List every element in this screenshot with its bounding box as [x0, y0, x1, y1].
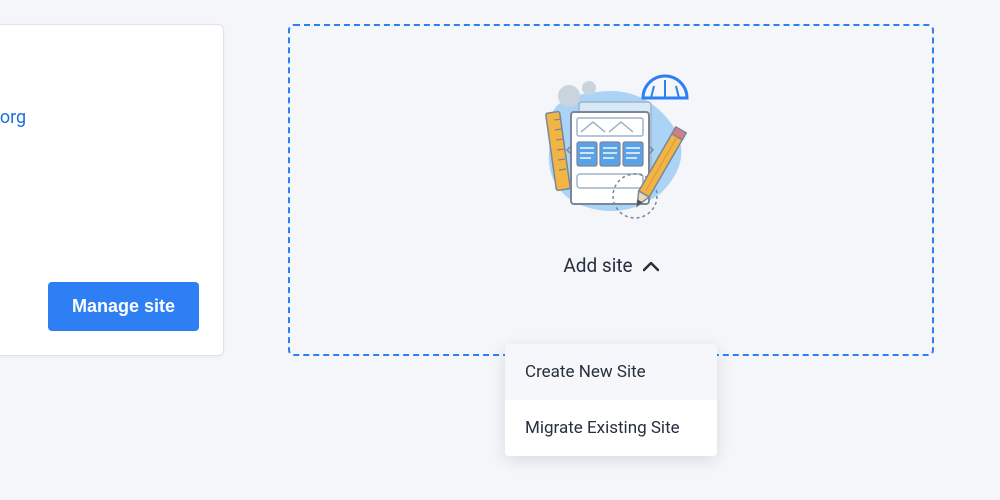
create-new-site-option[interactable]: Create New Site — [505, 344, 717, 400]
chevron-up-icon — [643, 254, 659, 277]
add-site-dropdown-toggle[interactable]: Add site — [563, 254, 658, 277]
existing-site-card: g.org Manage site — [0, 24, 224, 356]
add-site-card[interactable]: Add site Create New Site Migrate Existin… — [288, 24, 934, 356]
manage-site-button[interactable]: Manage site — [48, 282, 199, 331]
add-site-label: Add site — [563, 254, 632, 277]
add-site-dropdown-menu: Create New Site Migrate Existing Site — [505, 344, 717, 456]
migrate-existing-site-option[interactable]: Migrate Existing Site — [505, 400, 717, 456]
site-builder-illustration — [521, 68, 701, 228]
site-domain-link[interactable]: g.org — [0, 107, 26, 128]
